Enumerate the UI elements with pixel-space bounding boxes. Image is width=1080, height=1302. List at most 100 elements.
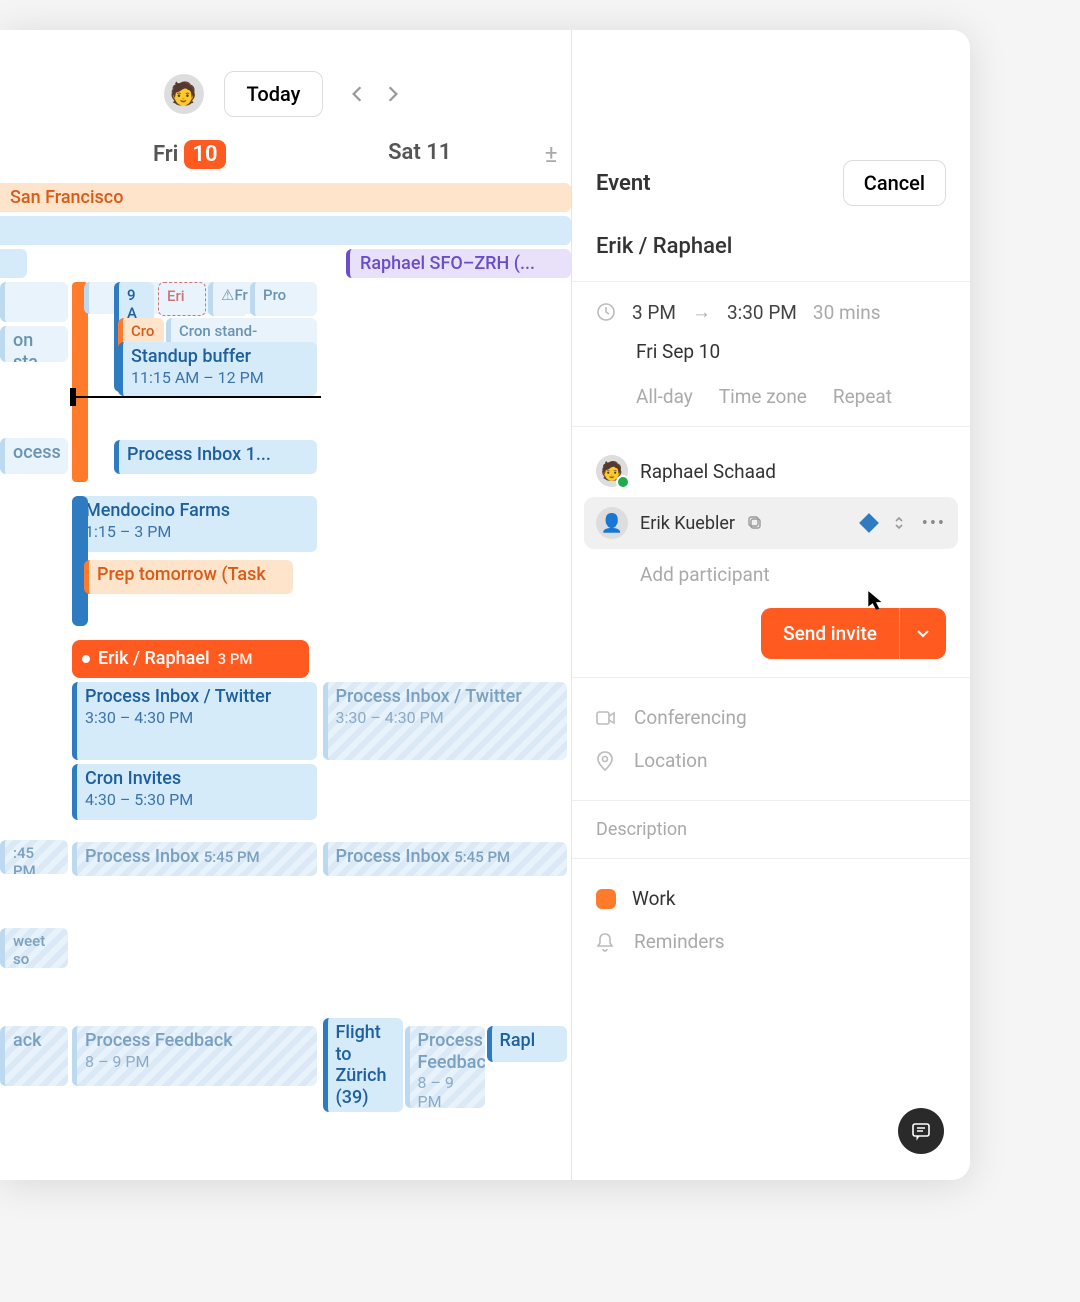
event-process-feedback-sat[interactable]: Process Feedbac 8 – 9 PM <box>405 1026 485 1108</box>
event-title-input[interactable]: Erik / Raphael <box>572 218 970 281</box>
calendar-grid[interactable]: on sta ocess :45 PM weet so ack 9 A Eri … <box>0 282 571 1180</box>
participant-name: Erik Kuebler <box>640 513 735 534</box>
cancel-button[interactable]: Cancel <box>843 160 946 206</box>
copy-icon[interactable] <box>747 515 763 531</box>
event-mendocino[interactable]: Mendocino Farms 1:15 – 3 PM <box>72 496 317 552</box>
description-field[interactable]: Description <box>572 800 970 858</box>
participant-row[interactable]: 🧑 Raphael Schaad <box>596 445 946 497</box>
timezone-button[interactable]: Time zone <box>719 385 807 408</box>
calendar-pane: 🧑 Today Fri10 Sat 11 ± San Francisco <box>0 30 572 1180</box>
video-icon <box>596 710 618 726</box>
send-invite-dropdown[interactable] <box>899 608 946 659</box>
cursor-icon <box>867 590 885 612</box>
day-column-fri: 9 A Eri ⚠Fr Pro Cro Cron stand- Standup … <box>70 282 321 1112</box>
location-field[interactable]: Location <box>596 739 946 782</box>
event-time: 7:55 PM <box>336 1108 395 1112</box>
event-title: Process Inbox / Twitter <box>336 686 522 707</box>
dot-icon <box>82 655 90 663</box>
participant-row-selected[interactable]: 👤 Erik Kuebler ••• <box>584 497 958 549</box>
event-stub[interactable]: ack <box>0 1026 68 1086</box>
event-time: 5:45 PM <box>454 848 510 866</box>
event-time: 1:15 – 3 PM <box>85 522 309 541</box>
event-process-inbox-sat[interactable]: Process Inbox 5:45 PM <box>323 842 568 876</box>
next-arrow-icon[interactable] <box>379 80 407 108</box>
event-stub[interactable]: on sta <box>0 326 68 362</box>
day-headers: Fri10 Sat 11 ± <box>0 140 571 183</box>
allday-section: San Francisco Raphael SFO–ZRH (... <box>0 183 571 282</box>
event-title: Cron Invites <box>85 768 181 789</box>
today-button[interactable]: Today <box>224 71 324 117</box>
participant-avatar: 🧑 <box>596 455 628 487</box>
event-process-inbox-545[interactable]: Process Inbox 5:45 PM <box>72 842 317 876</box>
event-time: 3:30 – 4:30 PM <box>336 708 560 727</box>
repeat-button[interactable]: Repeat <box>833 385 892 408</box>
event-conflict[interactable]: Eri <box>158 282 206 316</box>
field-label: Location <box>634 749 708 772</box>
more-icon[interactable]: ••• <box>922 513 946 534</box>
diamond-icon[interactable] <box>859 513 879 533</box>
event-process-feedback[interactable]: Process Feedback 8 – 9 PM <box>72 1026 317 1086</box>
participant-avatar: 👤 <box>596 507 628 539</box>
add-participant-input[interactable]: Add participant <box>596 549 946 586</box>
event-flight-zurich[interactable]: Flight to Zürich (39) 7:55 PM <box>323 1018 403 1112</box>
event-time: 8 – 9 PM <box>85 1052 309 1071</box>
partial-left-column: on sta ocess :45 PM weet so ack <box>0 282 70 1112</box>
event-title: Mendocino Farms <box>85 500 230 521</box>
day-header-sat[interactable]: Sat 11 <box>305 140 536 169</box>
event-stub[interactable]: :45 PM <box>0 840 68 874</box>
help-chat-button[interactable] <box>898 1108 944 1154</box>
conferencing-field[interactable]: Conferencing <box>596 696 946 739</box>
event-process-twitter-sat[interactable]: Process Inbox / Twitter 3:30 – 4:30 PM <box>323 682 568 760</box>
allday-toggle[interactable]: All-day <box>636 385 693 408</box>
start-time[interactable]: 3 PM <box>632 301 676 324</box>
expand-allday-icon[interactable]: ± <box>535 140 567 169</box>
app-window: 🧑 Today Fri10 Sat 11 ± San Francisco <box>0 30 970 1180</box>
event-time: 3:30 – 4:30 PM <box>85 708 309 727</box>
category-label: Work <box>632 887 675 910</box>
panel-header: Event Cancel <box>572 140 970 218</box>
meta-section: Work Reminders <box>572 858 970 981</box>
event-standup-buffer[interactable]: Standup buffer 11:15 AM – 12 PM <box>118 342 317 396</box>
category-color-icon <box>596 889 616 909</box>
day-header-fri[interactable]: Fri10 <box>74 140 305 169</box>
check-icon <box>616 475 630 489</box>
event-stub[interactable]: weet so <box>0 928 68 968</box>
pin-icon <box>596 751 618 771</box>
allday-event-stub[interactable] <box>0 249 27 278</box>
event-rapl[interactable]: Rapl <box>487 1026 568 1062</box>
event-process-twitter[interactable]: Process Inbox / Twitter 3:30 – 4:30 PM <box>72 682 317 760</box>
event-stub[interactable] <box>0 282 68 322</box>
event-title: Erik / Raphael <box>98 648 210 670</box>
details-section: Conferencing Location <box>572 677 970 800</box>
event-time: 11:15 AM – 12 PM <box>131 368 309 387</box>
allday-event[interactable]: San Francisco <box>0 183 571 212</box>
event-time: 8 – 9 PM <box>418 1073 477 1108</box>
duration: 30 mins <box>813 301 881 324</box>
allday-event[interactable] <box>0 216 571 245</box>
field-label: Conferencing <box>634 706 747 729</box>
event-stub[interactable]: ⚠Fr <box>208 282 248 316</box>
event-stub[interactable]: ocess <box>0 438 68 474</box>
event-process-inbox[interactable]: Process Inbox 1... <box>114 440 317 474</box>
day-column-sat: Process Inbox / Twitter 3:30 – 4:30 PM P… <box>321 282 572 1112</box>
sort-icon[interactable] <box>892 515 906 531</box>
user-avatar[interactable]: 🧑 <box>164 74 204 114</box>
event-prep-tomorrow[interactable]: Prep tomorrow (Task <box>84 560 293 594</box>
allday-event-flight[interactable]: Raphael SFO–ZRH (... <box>346 249 571 278</box>
prev-arrow-icon[interactable] <box>343 80 371 108</box>
event-title: Flight to Zürich (39) <box>336 1022 387 1108</box>
event-title: Process Inbox <box>85 846 199 867</box>
top-bar: 🧑 Today <box>0 30 571 140</box>
event-cron-invites[interactable]: Cron Invites 4:30 – 5:30 PM <box>72 764 317 820</box>
event-date[interactable]: Fri Sep 10 <box>596 340 946 363</box>
reminders-field[interactable]: Reminders <box>596 920 946 963</box>
event-erik-raphael-selected[interactable]: Erik / Raphael 3 PM <box>72 640 309 678</box>
send-invite-button[interactable]: Send invite <box>761 608 899 659</box>
event-title: Standup buffer <box>131 346 251 367</box>
participants-section: 🧑 Raphael Schaad 👤 Erik Kuebler ••• Add … <box>572 426 970 677</box>
category-field[interactable]: Work <box>596 877 946 920</box>
event-stub[interactable]: Pro <box>250 282 317 316</box>
day-label: Fri <box>153 142 178 167</box>
end-time[interactable]: 3:30 PM <box>727 301 797 324</box>
day-number: 10 <box>184 140 225 169</box>
